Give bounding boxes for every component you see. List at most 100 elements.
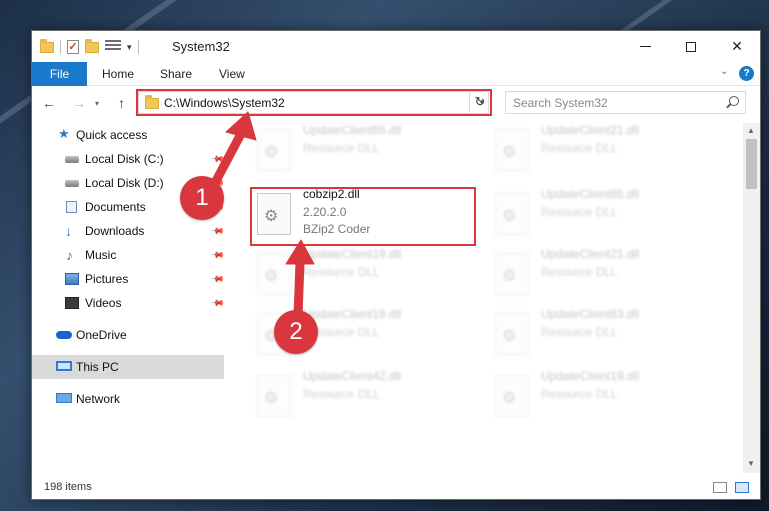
tab-file[interactable]: File — [32, 62, 87, 86]
properties-check-icon[interactable]: ✓ — [67, 40, 79, 54]
file-type: Resource DLL — [303, 265, 380, 279]
sidebar-item-label: This PC — [76, 360, 119, 374]
file-tile[interactable]: UpdateClient65.dll Resource DLL — [493, 187, 723, 243]
sidebar-item-label: Network — [76, 392, 121, 406]
file-name: UpdateClient42.dll — [303, 369, 402, 383]
pin-icon[interactable]: 📌 — [210, 296, 225, 312]
sidebar-item-onedrive[interactable]: OneDrive — [32, 323, 224, 347]
file-list: UpdateClient65.dll Resource DLL UpdateCl… — [225, 123, 743, 473]
pin-icon[interactable]: 📌 — [210, 248, 225, 264]
pin-icon[interactable]: 📌 — [210, 224, 225, 240]
pictures-icon — [65, 273, 79, 285]
toolbar-divider — [60, 40, 61, 54]
dll-file-icon — [495, 375, 529, 417]
scroll-up-icon[interactable]: ▲ — [747, 126, 755, 135]
folder-icon[interactable] — [40, 38, 54, 53]
dll-file-icon — [257, 253, 291, 295]
file-tile[interactable]: UpdateClient19.dll Resource DLL — [255, 247, 485, 303]
sidebar-item-label: Videos — [85, 296, 122, 310]
maximize-button[interactable] — [668, 31, 714, 62]
file-tile[interactable]: UpdateClient63.dll Resource DLL — [493, 307, 723, 363]
item-count: 198 items — [44, 481, 92, 493]
sidebar-item-downloads[interactable]: ↓ Downloads 📌 — [32, 219, 225, 243]
callout-2: 2 — [274, 310, 318, 354]
this-pc-icon — [56, 361, 72, 371]
dll-file-icon — [257, 129, 291, 171]
expand-ribbon-icon[interactable]: ⌄ — [720, 66, 728, 77]
minimize-button[interactable] — [622, 31, 668, 62]
sidebar-item-label: Local Disk (C:) — [85, 152, 164, 166]
sidebar-item-label: Downloads — [85, 224, 145, 238]
navigation-pane: ★ Quick access Local Disk (C:) 📌 Local D… — [32, 123, 225, 473]
sidebar-item-local-disk-c[interactable]: Local Disk (C:) 📌 — [32, 147, 225, 171]
file-type: Resource DLL — [541, 387, 618, 401]
chevron-down-icon[interactable]: ▾ — [127, 42, 132, 53]
customize-toolbar-icon[interactable] — [105, 40, 121, 54]
file-type: Resource DLL — [541, 325, 618, 339]
file-name: UpdateClient21.dll — [541, 123, 640, 137]
minimize-icon — [639, 46, 651, 47]
vertical-scrollbar[interactable]: ▲ ▼ — [743, 123, 760, 473]
file-type: Resource DLL — [303, 387, 380, 401]
up-arrow-icon[interactable]: ↑ — [118, 95, 125, 111]
sidebar-item-label: OneDrive — [76, 328, 127, 342]
file-tile[interactable]: UpdateClient19.dll Resource DLL — [493, 369, 723, 425]
music-icon: ♪ — [66, 247, 73, 263]
file-type: Resource DLL — [541, 265, 618, 279]
scrollbar-thumb[interactable] — [746, 139, 757, 189]
search-box[interactable]: Search System32 — [505, 91, 746, 114]
sidebar-item-this-pc[interactable]: This PC — [32, 355, 224, 379]
sidebar-item-label: Documents — [85, 200, 146, 214]
drive-icon — [65, 180, 79, 187]
close-button[interactable]: ✕ — [714, 31, 760, 62]
dll-file-icon — [495, 129, 529, 171]
file-name: UpdateClient19.dll — [303, 247, 402, 261]
file-name: UpdateClient21.dll — [541, 247, 640, 261]
sidebar-item-quick-access[interactable]: ★ Quick access — [32, 123, 224, 147]
window-title: System32 — [172, 39, 230, 54]
file-tile[interactable]: UpdateClient21.dll Resource DLL — [493, 247, 723, 303]
documents-icon — [66, 201, 77, 213]
file-name: UpdateClient19.dll — [303, 307, 402, 321]
dll-file-icon — [257, 375, 291, 417]
dll-file-icon — [495, 253, 529, 295]
toolbar-divider — [137, 40, 139, 54]
file-tile[interactable]: UpdateClient42.dll Resource DLL — [255, 369, 485, 425]
sidebar-item-pictures[interactable]: Pictures 📌 — [32, 267, 225, 291]
recent-locations-icon[interactable]: ▾ — [95, 99, 99, 108]
help-icon[interactable]: ? — [739, 66, 754, 81]
new-folder-icon[interactable] — [85, 38, 99, 53]
network-icon — [56, 393, 72, 403]
sidebar-item-videos[interactable]: Videos 📌 — [32, 291, 225, 315]
file-name: UpdateClient65.dll — [541, 187, 640, 201]
file-tile[interactable]: UpdateClient65.dll Resource DLL — [255, 123, 485, 179]
file-name: UpdateClient63.dll — [541, 307, 640, 321]
details-view-icon[interactable] — [713, 482, 727, 493]
file-type: Resource DLL — [541, 141, 618, 155]
videos-icon — [65, 297, 79, 309]
search-icon[interactable] — [729, 96, 739, 106]
scroll-down-icon[interactable]: ▼ — [747, 459, 755, 468]
drive-icon — [65, 156, 79, 163]
tab-home[interactable]: Home — [102, 62, 134, 86]
back-arrow-icon[interactable]: ← — [42, 95, 56, 111]
sidebar-item-music[interactable]: ♪ Music 📌 — [32, 243, 225, 267]
file-tile[interactable]: UpdateClient21.dll Resource DLL — [493, 123, 723, 179]
large-icons-view-icon[interactable] — [735, 482, 749, 493]
callout-1: 1 — [180, 176, 224, 220]
file-explorer-window: ✓ ▾ System32 ✕ File Home Share View ⌄ ? … — [31, 30, 761, 500]
address-highlight-box — [136, 89, 492, 116]
pin-icon[interactable]: 📌 — [210, 272, 225, 288]
pin-icon[interactable]: 📌 — [210, 152, 225, 168]
sidebar-item-network[interactable]: Network — [32, 387, 224, 411]
file-name: UpdateClient19.dll — [541, 369, 640, 383]
tab-view[interactable]: View — [219, 62, 245, 86]
dll-file-icon — [495, 313, 529, 355]
forward-arrow-icon[interactable]: → — [72, 95, 86, 111]
star-icon: ★ — [58, 126, 70, 141]
sidebar-item-label: Music — [85, 248, 117, 262]
tab-share[interactable]: Share — [160, 62, 192, 86]
sidebar-item-label: Pictures — [85, 272, 129, 286]
downloads-icon: ↓ — [65, 223, 72, 239]
status-bar: 198 items — [32, 477, 760, 499]
